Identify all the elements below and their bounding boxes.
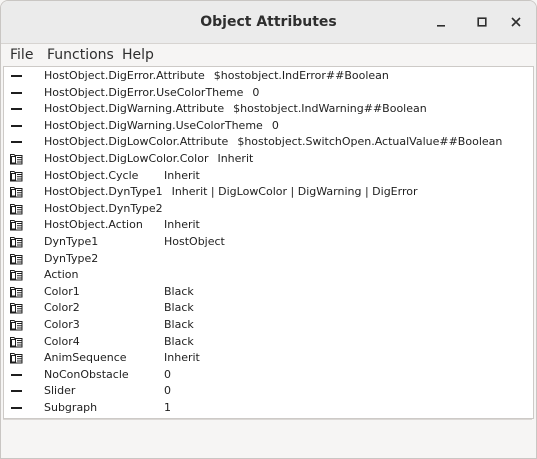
attribute-row[interactable]: HostObject.DigWarning.Attribute $hostobje… <box>4 101 533 117</box>
attribute-value: Black <box>164 318 194 331</box>
attribute-name: Color4 <box>44 334 80 348</box>
attribute-row[interactable]: Color1 Black <box>4 284 533 300</box>
attribute-row[interactable]: Action <box>4 267 533 283</box>
attribute-name: HostObject.DynType1 Inherit | DigLowColor… <box>44 185 418 199</box>
maximize-icon <box>477 17 487 27</box>
attribute-value: Inherit <box>164 168 200 182</box>
attribute-name: Action <box>44 268 79 282</box>
attribute-row[interactable]: DynType1 HostObject <box>4 234 533 250</box>
attribute-value: Inherit <box>164 351 200 365</box>
attribute-icon <box>11 108 22 111</box>
attribute-name: HostObject.DigLowColor.Attribute $hostobj… <box>44 135 503 149</box>
attribute-value: Black <box>164 334 194 348</box>
enum-icon <box>10 203 23 215</box>
attribute-name: AnimSequence <box>44 351 127 365</box>
enum-icon <box>10 270 23 281</box>
attribute-row[interactable]: HostObject.DigError.UseColorTheme 0 <box>4 85 533 101</box>
attribute-value: $hostobject.IndWarning##Boolean <box>233 102 427 116</box>
attribute-name: HostObject.Action <box>44 218 143 232</box>
attribute-row[interactable]: HostObject.DigLowColor.Color Inherit <box>4 151 533 167</box>
attribute-value: Inherit <box>217 152 254 165</box>
menu-functions[interactable]: Functions <box>47 44 114 66</box>
maximize-button[interactable] <box>470 10 494 34</box>
attribute-value: $hostobject.IndError##Boolean <box>213 69 389 82</box>
minimize-icon <box>437 25 445 27</box>
attribute-value: 0 <box>252 85 260 99</box>
attribute-value: 0 <box>271 118 279 132</box>
attribute-row[interactable]: AnimSequence Inherit <box>4 350 533 366</box>
attribute-name: Color2 <box>44 301 80 315</box>
attribute-row[interactable]: HostObject.DynType2 <box>4 201 533 217</box>
attribute-name: Color1 <box>44 284 80 298</box>
attribute-value: 1 <box>164 401 171 414</box>
attribute-name: HostObject.DynType2 <box>44 201 163 215</box>
enum-icon <box>10 353 23 364</box>
close-button[interactable] <box>504 10 528 34</box>
enum-icon <box>10 170 23 182</box>
attribute-icon <box>11 407 22 409</box>
attribute-icon <box>11 75 22 77</box>
attribute-icon <box>11 373 22 376</box>
object-attributes-window: Object Attributes File Functions Help Ho… <box>0 0 537 459</box>
enum-icon <box>10 187 23 198</box>
attribute-icon <box>11 390 22 393</box>
attribute-name: DynType2 <box>44 251 99 265</box>
menu-bar: File Functions Help <box>1 44 536 66</box>
enum-icon <box>10 336 23 348</box>
attribute-name: HostObject.DigWarning.UseColorTheme 0 <box>44 118 279 132</box>
attribute-row[interactable]: HostObject.DigLowColor.Attribute $hostobj… <box>4 134 533 150</box>
attribute-icon <box>11 141 22 144</box>
minimize-button[interactable] <box>429 10 453 34</box>
attribute-row[interactable]: NoConObstacle 0 <box>4 367 533 383</box>
attribute-row[interactable]: Subgraph 1 <box>4 400 533 416</box>
attribute-row[interactable]: HostObject.Action Inherit <box>4 217 533 233</box>
window-title: Object Attributes <box>200 14 337 30</box>
attribute-row[interactable]: Color3 Black <box>4 317 533 333</box>
enum-icon <box>10 286 23 298</box>
attribute-row[interactable]: HostObject.DynType1 Inherit | DigLowColor… <box>4 184 533 200</box>
attribute-name: HostObject.DigLowColor.Color Inherit <box>44 152 254 165</box>
enum-icon <box>10 303 23 314</box>
attribute-name: HostObject.DigWarning.Attribute $hostobje… <box>44 102 427 116</box>
attribute-name: DynType1 <box>44 235 99 248</box>
menu-file[interactable]: File <box>10 44 33 66</box>
attribute-icon <box>11 124 22 127</box>
attribute-name: HostObject.DigError.Attribute $hostobject… <box>44 69 389 82</box>
enum-icon <box>10 237 23 248</box>
attribute-name: HostObject.Cycle <box>44 168 139 182</box>
attribute-row[interactable]: Slider 0 <box>4 383 533 399</box>
enum-icon <box>10 320 23 331</box>
menu-help[interactable]: Help <box>122 44 154 66</box>
title-bar[interactable]: Object Attributes <box>1 1 536 44</box>
attribute-list[interactable]: HostObject.DigError.Attribute $hostobject… <box>3 66 534 419</box>
enum-icon <box>10 253 23 265</box>
attribute-row[interactable]: HostObject.Cycle Inherit <box>4 168 533 184</box>
attribute-row[interactable]: Color4 Black <box>4 334 533 350</box>
close-icon <box>511 17 521 27</box>
attribute-value: Inherit | DigLowColor | DigWarning | Dig… <box>171 185 418 199</box>
attribute-row[interactable]: DynType2 <box>4 251 533 267</box>
attribute-name: Color3 <box>44 318 80 331</box>
attribute-row[interactable]: Color2 Black <box>4 300 533 316</box>
attribute-row[interactable]: HostObject.DigWarning.UseColorTheme 0 <box>4 118 533 134</box>
attribute-name: Subgraph <box>44 401 98 414</box>
enum-icon <box>10 154 23 165</box>
attribute-value: $hostobject.SwitchOpen.ActualValue##Bool… <box>237 135 503 149</box>
attribute-value: 0 <box>164 384 171 398</box>
attribute-row[interactable]: HostObject.DigError.Attribute $hostobject… <box>4 68 533 84</box>
attribute-value: Black <box>164 301 194 315</box>
attribute-name: Slider <box>44 384 76 398</box>
attribute-value: HostObject <box>164 235 225 248</box>
enum-icon <box>10 220 23 231</box>
attribute-name: NoConObstacle <box>44 367 129 381</box>
attribute-name: HostObject.DigError.UseColorTheme 0 <box>44 85 260 99</box>
attribute-value: Inherit <box>164 218 200 232</box>
attribute-value: 0 <box>164 367 171 381</box>
attribute-icon <box>11 91 22 94</box>
attribute-value: Black <box>164 284 194 298</box>
status-bar <box>3 419 532 458</box>
